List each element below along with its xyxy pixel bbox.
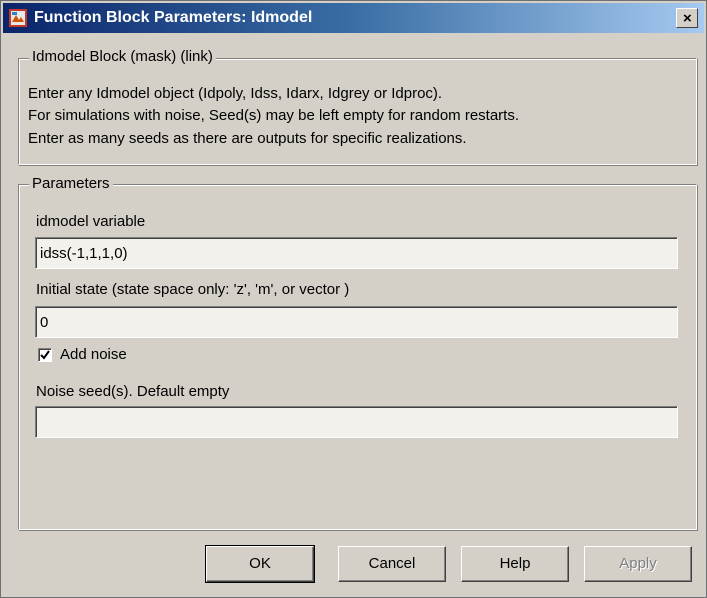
add-noise-label[interactable]: Add noise <box>60 345 127 365</box>
close-icon: × <box>683 10 692 27</box>
description-line-3: Enter as many seeds as there are outputs… <box>28 130 467 147</box>
close-button[interactable]: × <box>676 8 698 28</box>
parameters-group-label: Parameters <box>29 175 113 193</box>
description-group-label: Idmodel Block (mask) (link) <box>29 48 216 66</box>
noise-seed-input[interactable] <box>35 406 678 438</box>
help-button[interactable]: Help <box>461 546 569 582</box>
initial-state-label: Initial state (state space only: 'z', 'm… <box>36 281 350 298</box>
dialog-window: Function Block Parameters: Idmodel × Idm… <box>0 0 707 598</box>
add-noise-checkbox[interactable] <box>38 348 52 362</box>
noise-seed-label: Noise seed(s). Default empty <box>36 383 230 400</box>
checkmark-icon <box>40 350 50 360</box>
window-title: Function Block Parameters: Idmodel <box>34 9 313 26</box>
idmodel-variable-input[interactable] <box>35 237 678 269</box>
title-bar[interactable]: Function Block Parameters: Idmodel × <box>3 3 704 33</box>
apply-button[interactable]: Apply <box>584 546 692 582</box>
simulink-block-icon <box>9 9 27 27</box>
initial-state-input[interactable] <box>35 306 678 338</box>
ok-button[interactable]: OK <box>205 545 315 583</box>
cancel-button[interactable]: Cancel <box>338 546 446 582</box>
description-line-1: Enter any Idmodel object (Idpoly, Idss, … <box>28 85 443 102</box>
idmodel-variable-label: idmodel variable <box>36 213 146 230</box>
description-line-2: For simulations with noise, Seed(s) may … <box>28 107 520 124</box>
